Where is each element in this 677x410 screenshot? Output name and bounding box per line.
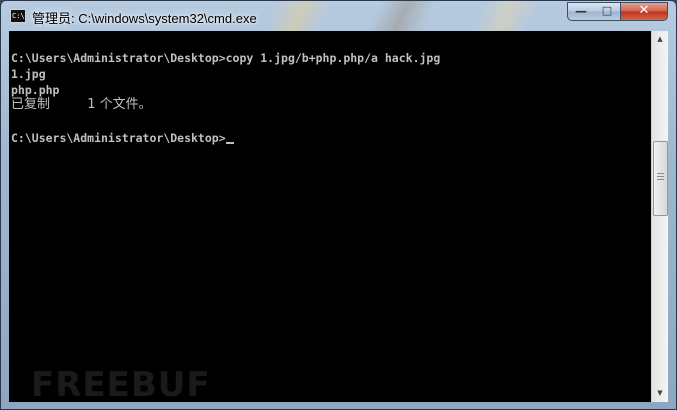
grip-icon: [657, 173, 664, 182]
console-line: 已复制 1 个文件。: [11, 97, 152, 112]
scroll-down-button[interactable]: ▼: [652, 385, 668, 402]
title-bar[interactable]: C:\ 管理员: C:\windows\system32\cmd.exe — □…: [1, 1, 676, 32]
console-prompt-line[interactable]: C:\Users\Administrator\Desktop>: [11, 131, 234, 145]
cmd-icon[interactable]: C:\: [10, 9, 26, 23]
text-cursor: [225, 142, 234, 144]
scrollbar-thumb[interactable]: [653, 141, 668, 216]
console-prompt: C:\Users\Administrator\Desktop>: [11, 131, 226, 145]
close-button[interactable]: ✕: [620, 2, 668, 21]
watermark: FREEBUF: [31, 365, 211, 402]
window-title: 管理员: C:\windows\system32\cmd.exe: [32, 11, 257, 26]
cmd-window: C:\ 管理员: C:\windows\system32\cmd.exe — □…: [0, 0, 677, 410]
minimize-button[interactable]: —: [567, 2, 595, 21]
console-output[interactable]: C:\Users\Administrator\Desktop>copy 1.jp…: [9, 31, 651, 402]
scroll-up-button[interactable]: ▲: [652, 31, 668, 48]
console-line: php.php: [11, 83, 60, 97]
console-line: C:\Users\Administrator\Desktop>copy 1.jp…: [11, 51, 441, 65]
maximize-button[interactable]: □: [594, 2, 621, 21]
console-line: 1.jpg: [11, 67, 46, 81]
vertical-scrollbar[interactable]: ▲ ▼: [651, 31, 668, 402]
